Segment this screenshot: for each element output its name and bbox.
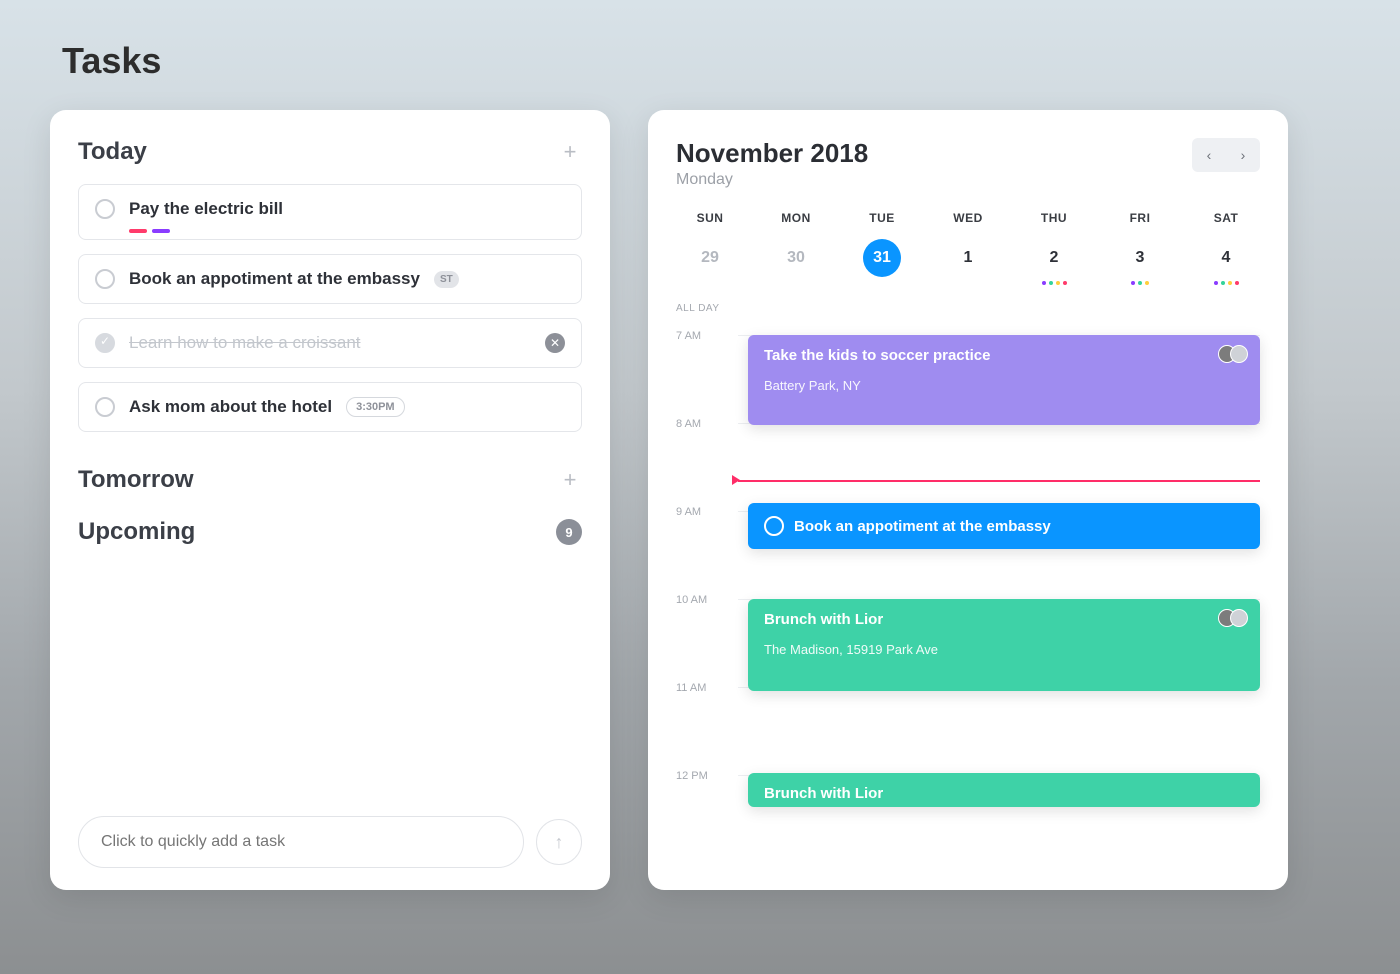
weekday-label: TUE — [852, 211, 912, 225]
event-dot — [1063, 281, 1067, 285]
weekday-label: MON — [766, 211, 826, 225]
page-title: Tasks — [62, 40, 1350, 82]
calendar-day[interactable]: 2 — [1035, 239, 1073, 277]
weekday-label: SUN — [680, 211, 740, 225]
plus-icon: + — [564, 139, 577, 165]
tomorrow-section-header: Tomorrow + — [78, 466, 582, 494]
calendar-day[interactable]: 30 — [777, 239, 815, 277]
quick-add-row: ↑ — [78, 816, 582, 868]
avatar — [1230, 345, 1248, 363]
chevron-right-icon: › — [1241, 147, 1246, 163]
date-row: 29 30 31 1 2 3 4 — [676, 239, 1260, 285]
task-badge: ST — [434, 271, 459, 288]
task-item[interactable]: Learn how to make a croissant ✕ — [78, 318, 582, 368]
calendar-day[interactable]: 31 — [863, 239, 901, 277]
task-checkbox[interactable] — [95, 199, 115, 219]
event-avatars — [1224, 609, 1248, 627]
hour-label: 7 AM — [676, 330, 726, 342]
weekday-header-row: SUN MON TUE WED THU FRI SAT — [676, 211, 1260, 237]
event-title: Brunch with Lior — [764, 785, 1244, 802]
event-avatars — [1224, 345, 1248, 363]
calendar-event[interactable]: Take the kids to soccer practice Battery … — [748, 335, 1260, 425]
add-task-today-button[interactable]: + — [558, 140, 582, 164]
task-checkbox[interactable] — [95, 269, 115, 289]
calendar-day[interactable]: 3 — [1121, 239, 1159, 277]
upcoming-count-badge: 9 — [556, 519, 582, 545]
calendar-nav: ‹ › — [1192, 138, 1260, 172]
quick-add-submit-button[interactable]: ↑ — [536, 819, 582, 865]
task-time-badge: 3:30PM — [346, 397, 405, 417]
event-dot — [1042, 281, 1046, 285]
event-dot — [1049, 281, 1053, 285]
task-text: Pay the electric bill — [129, 199, 283, 219]
today-section-title: Today — [78, 138, 147, 166]
plus-icon: + — [564, 467, 577, 493]
upcoming-section-header: Upcoming 9 — [78, 518, 582, 546]
task-tags — [129, 229, 170, 233]
event-dot — [1235, 281, 1239, 285]
now-indicator-line — [738, 480, 1260, 482]
event-dot — [1228, 281, 1232, 285]
avatar — [1230, 609, 1248, 627]
task-text: Book an appotiment at the embassy — [129, 269, 420, 289]
event-dot — [1221, 281, 1225, 285]
calendar-prev-button[interactable]: ‹ — [1194, 140, 1224, 170]
allday-label: ALL DAY — [676, 303, 720, 314]
calendar-day[interactable]: 4 — [1207, 239, 1245, 277]
event-dot — [1056, 281, 1060, 285]
add-task-tomorrow-button[interactable]: + — [558, 468, 582, 492]
calendar-panel: November 2018 Monday ‹ › SUN MON TUE WED THU… — [648, 110, 1288, 890]
event-title: Book an appotiment at the embassy — [794, 518, 1051, 535]
task-text: Ask mom about the hotel — [129, 397, 332, 417]
weekday-label: FRI — [1110, 211, 1170, 225]
task-checkbox[interactable] — [95, 397, 115, 417]
task-tag — [152, 229, 170, 233]
upcoming-section-title: Upcoming — [78, 518, 195, 546]
calendar-next-button[interactable]: › — [1228, 140, 1258, 170]
event-dot — [1145, 281, 1149, 285]
task-item[interactable]: Book an appotiment at the embassy ST — [78, 254, 582, 304]
hour-label: 10 AM — [676, 594, 726, 606]
weekday-label: WED — [938, 211, 998, 225]
today-section-header: Today + — [78, 138, 582, 166]
calendar-event[interactable]: Brunch with Lior — [748, 773, 1260, 807]
tasks-panel: Today + Pay the electric bill Book an ap… — [50, 110, 610, 890]
task-text: Learn how to make a croissant — [129, 333, 361, 353]
task-item[interactable]: Pay the electric bill — [78, 184, 582, 240]
event-location: The Madison, 15919 Park Ave — [764, 642, 1244, 657]
now-indicator-marker — [732, 475, 740, 485]
task-tag — [129, 229, 147, 233]
task-item[interactable]: Ask mom about the hotel 3:30PM — [78, 382, 582, 432]
task-delete-button[interactable]: ✕ — [545, 333, 565, 353]
calendar-day-subtitle: Monday — [676, 171, 868, 189]
hour-label: 8 AM — [676, 418, 726, 430]
arrow-up-icon: ↑ — [555, 832, 564, 853]
quick-add-input[interactable] — [78, 816, 524, 868]
event-checkbox-ring[interactable] — [764, 516, 784, 536]
hour-label: 9 AM — [676, 506, 726, 518]
calendar-header: November 2018 Monday ‹ › — [676, 138, 1260, 189]
calendar-event[interactable]: Brunch with Lior The Madison, 15919 Park … — [748, 599, 1260, 691]
event-location: Battery Park, NY — [764, 378, 1244, 393]
weekday-label: THU — [1024, 211, 1084, 225]
calendar-timeline: ALL DAY 7 AM 8 AM 9 AM 10 AM 11 AM 12 PM Take … — [676, 303, 1260, 823]
weekday-label: SAT — [1196, 211, 1256, 225]
calendar-month-title: November 2018 — [676, 138, 868, 169]
event-dot — [1131, 281, 1135, 285]
task-checkbox[interactable] — [95, 333, 115, 353]
event-dot — [1138, 281, 1142, 285]
event-title: Take the kids to soccer practice — [764, 347, 1244, 364]
calendar-day[interactable]: 29 — [691, 239, 729, 277]
chevron-left-icon: ‹ — [1207, 147, 1212, 163]
tomorrow-section-title: Tomorrow — [78, 466, 194, 494]
hour-label: 11 AM — [676, 682, 726, 694]
calendar-day[interactable]: 1 — [949, 239, 987, 277]
close-icon: ✕ — [550, 336, 560, 350]
event-dot — [1214, 281, 1218, 285]
hour-label: 12 PM — [676, 770, 726, 782]
calendar-event[interactable]: Book an appotiment at the embassy — [748, 503, 1260, 549]
event-title: Brunch with Lior — [764, 611, 1244, 628]
